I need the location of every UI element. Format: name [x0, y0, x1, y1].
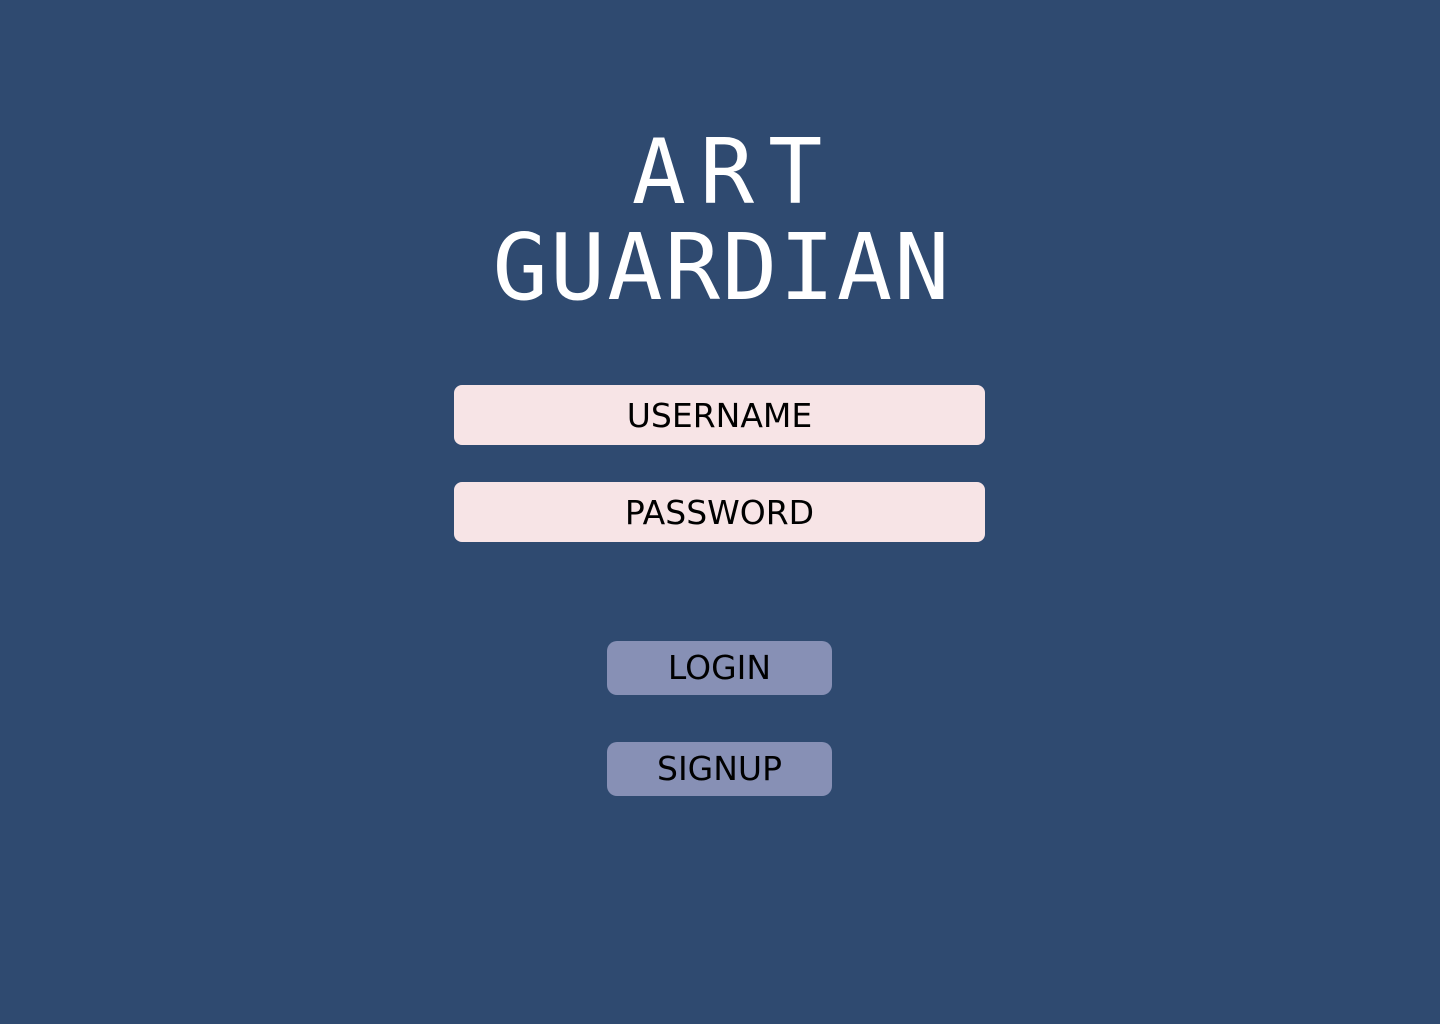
password-field[interactable]: [454, 482, 985, 542]
app-title-line-1: ART: [631, 120, 837, 225]
login-screen: { "app": { "title_line_1": "ART", "title…: [0, 0, 1440, 1024]
signup-button[interactable]: SIGNUP: [607, 742, 832, 796]
username-field[interactable]: [454, 385, 985, 445]
login-button[interactable]: LOGIN: [607, 641, 832, 695]
app-title-line-2: GUARDIAN: [492, 214, 952, 321]
